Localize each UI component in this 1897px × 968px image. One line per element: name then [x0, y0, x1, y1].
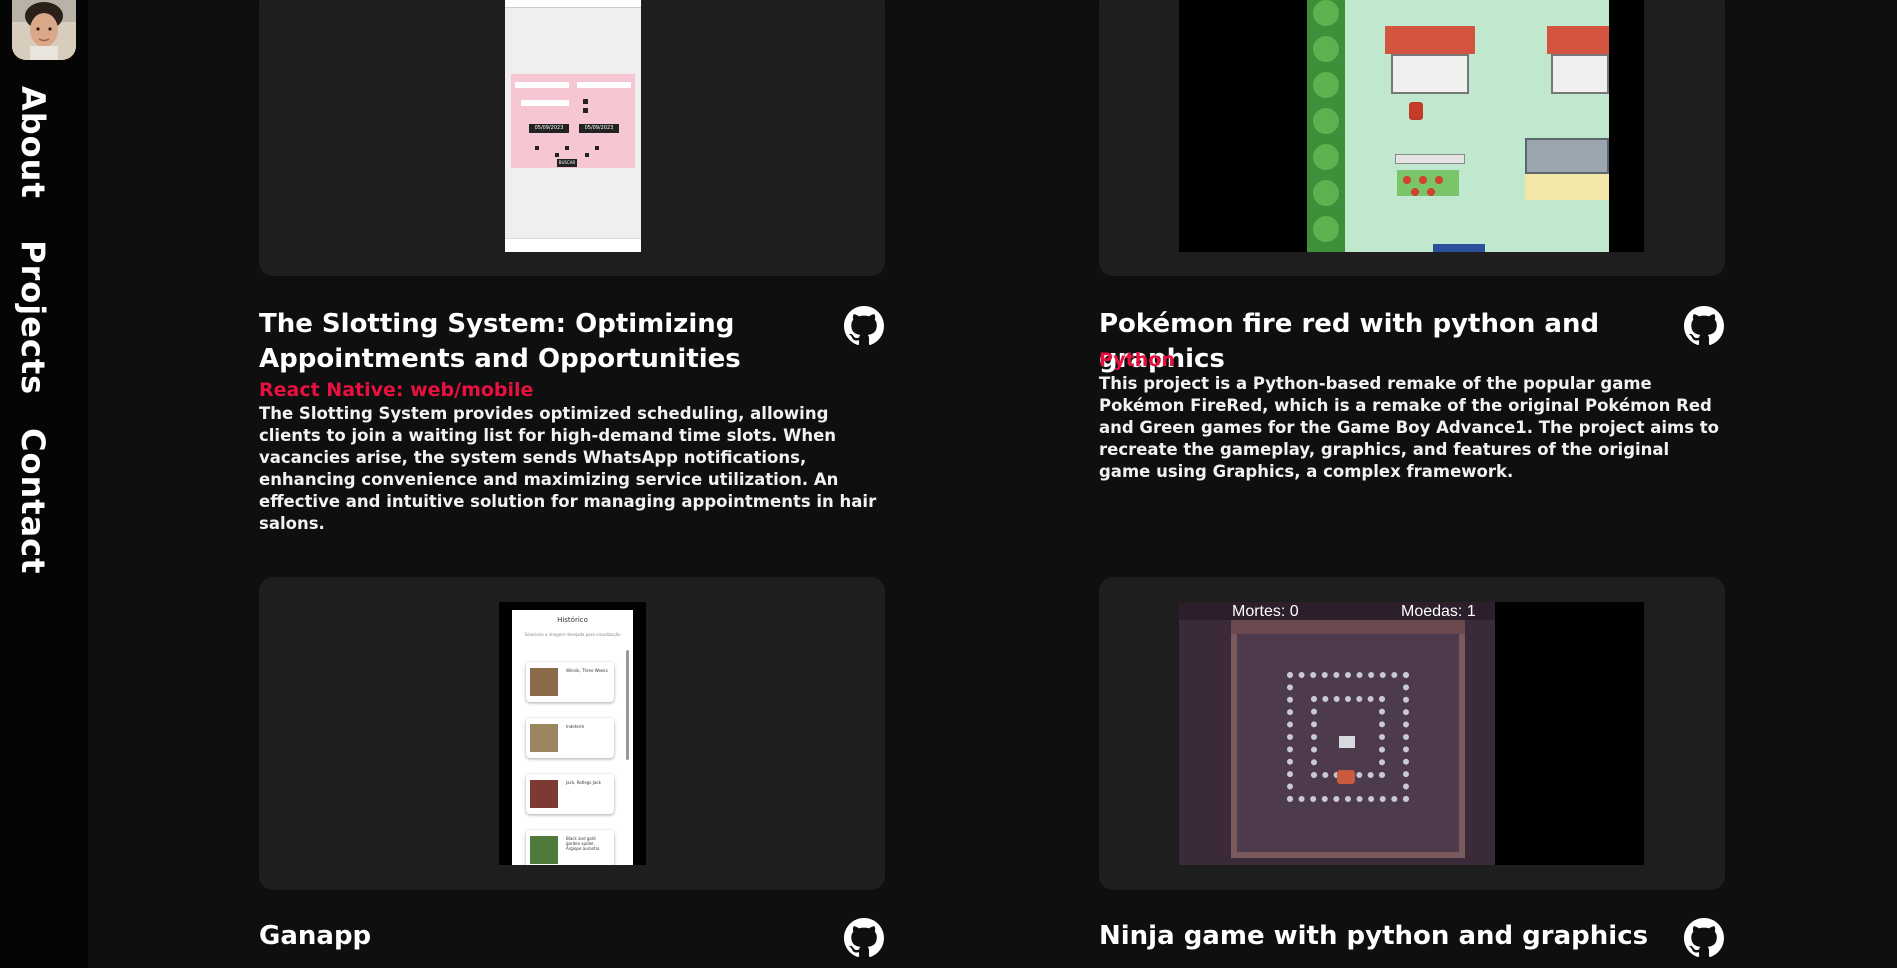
- project-title-ganapp: Ganapp: [259, 921, 372, 951]
- nav-contact[interactable]: Contact: [14, 428, 52, 574]
- ganapp-screenshot: Histórico Selecione a imagem desejada pa…: [499, 602, 646, 865]
- list-item: Winnik, Three Weeks: [526, 662, 614, 702]
- project-preview-ganapp[interactable]: Histórico Selecione a imagem desejada pa…: [259, 577, 885, 890]
- sidebar: About Projects Contact: [0, 0, 88, 968]
- project-title-pokemon: Pokémon fire red with python and graphic…: [1099, 309, 1600, 374]
- deaths-counter: Mortes: 0: [1232, 603, 1299, 620]
- project-tech-pokemon: Python: [1099, 349, 1175, 371]
- project-tech-slotting: React Native: web/mobile: [259, 379, 534, 401]
- avatar[interactable]: [12, 0, 76, 60]
- project-preview-ninja[interactable]: Mortes: 0 Moedas: 1: [1099, 577, 1725, 890]
- github-icon[interactable]: [844, 306, 884, 346]
- project-title-slotting: The Slotting System: Optimizing Appointm…: [259, 309, 741, 374]
- nav-about[interactable]: About: [14, 86, 52, 199]
- coins-counter: Moedas: 1: [1401, 603, 1476, 620]
- scrollbar: [626, 650, 629, 760]
- github-icon[interactable]: [1684, 918, 1724, 958]
- date-to: 05/09/2023: [579, 124, 619, 133]
- project-description-pokemon: This project is a Python-based remake of…: [1099, 374, 1719, 481]
- ganapp-subheader: Selecione a imagem desejada para visuali…: [524, 632, 621, 637]
- project-title-ninja: Ninja game with python and graphics: [1099, 921, 1649, 951]
- project-preview-pokemon[interactable]: [1099, 0, 1725, 276]
- project-preview-slotting[interactable]: 05/09/2023 05/09/2023 BUSCAR: [259, 0, 885, 276]
- ninja-screenshot: Mortes: 0 Moedas: 1: [1179, 602, 1644, 865]
- github-icon[interactable]: [844, 918, 884, 958]
- slotting-screenshot: 05/09/2023 05/09/2023 BUSCAR: [505, 0, 641, 252]
- project-description-slotting: The Slotting System provides optimized s…: [259, 404, 877, 533]
- list-item: Black and gold garden spider, Argiope au…: [526, 830, 614, 865]
- ganapp-header: Histórico: [557, 616, 588, 624]
- date-from: 05/09/2023: [529, 124, 569, 133]
- nav-projects[interactable]: Projects: [14, 240, 52, 395]
- search-preview-button: BUSCAR: [557, 159, 577, 167]
- pokemon-screenshot: [1179, 0, 1644, 252]
- list-item: Jack, Rotlegs Jack: [526, 774, 614, 814]
- github-icon[interactable]: [1684, 306, 1724, 346]
- list-item: Indeterm: [526, 718, 614, 758]
